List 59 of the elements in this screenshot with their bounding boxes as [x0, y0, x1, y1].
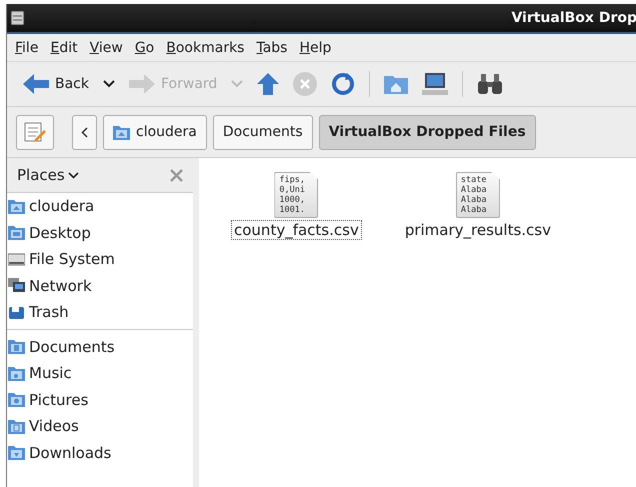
menu-item[interactable]: Edit: [44, 40, 84, 56]
network-icon: [8, 278, 25, 294]
close-icon[interactable]: [170, 168, 183, 182]
downloads-folder-icon: [8, 445, 25, 460]
sidebar-item[interactable]: Documents: [7, 334, 193, 360]
preview-text: Alaba: [460, 185, 488, 195]
sidebar-item[interactable]: Desktop: [7, 220, 193, 246]
sidebar-item[interactable]: Trash: [7, 299, 193, 326]
film-folder-icon: [8, 418, 25, 434]
preview-text: Alaba: [460, 195, 488, 205]
preview-text: state: [460, 175, 488, 185]
path-button[interactable]: VirtualBox Dropped Files: [318, 114, 536, 150]
chevron-down-icon: [68, 172, 79, 178]
chevron-left-icon: [81, 126, 88, 138]
path-scroll-left-button[interactable]: [72, 114, 97, 150]
notepad-pencil-icon: [23, 120, 47, 144]
up-arrow-icon: [257, 73, 280, 95]
window-menu-icon[interactable]: [11, 11, 24, 25]
sidebar-item[interactable]: Pictures: [7, 386, 193, 413]
preview-text: Alaba: [460, 205, 488, 215]
camera-folder-icon: [8, 392, 25, 408]
back-button[interactable]: Back: [19, 68, 119, 100]
sidebar-item[interactable]: Music: [7, 360, 193, 386]
sidebar-item[interactable]: cloudera: [7, 193, 193, 220]
path-button[interactable]: Documents: [212, 114, 313, 150]
file-name[interactable]: county_facts.csv: [231, 220, 362, 240]
path-button[interactable]: cloudera: [103, 114, 207, 150]
csv-file-icon[interactable]: fips, 0,Uni 1000, 1001.: [274, 172, 318, 218]
preview-text: 0,Uni: [279, 185, 306, 195]
preview-text: 1001.: [279, 205, 306, 215]
sidebar-item[interactable]: File System: [7, 246, 193, 272]
file-name[interactable]: primary_results.csv: [402, 220, 554, 240]
reload-icon: [331, 72, 356, 96]
menu-item[interactable]: Tabs: [250, 40, 294, 56]
preview-text: 1000,: [279, 195, 306, 205]
sidebar-item[interactable]: Videos: [7, 413, 193, 440]
sidebar-item[interactable]: Downloads: [7, 440, 193, 466]
music-folder-icon: [8, 366, 25, 381]
menu-item[interactable]: Go: [128, 40, 160, 56]
home-folder-icon: [8, 198, 25, 214]
sidebar-item[interactable]: Network: [7, 272, 193, 299]
home-folder-icon: [113, 124, 130, 140]
window-title: VirtualBox Drop: [511, 10, 636, 26]
menu-item[interactable]: Help: [293, 40, 338, 56]
documents-folder-icon: [8, 339, 25, 354]
home-folder-icon: [384, 74, 408, 94]
stop-icon: [293, 72, 318, 96]
edit-location-button[interactable]: [16, 114, 54, 150]
menu-item[interactable]: File: [9, 40, 44, 56]
binoculars-icon: [477, 73, 504, 95]
places-dropdown[interactable]: Places: [17, 166, 79, 184]
back-arrow-icon: [23, 74, 49, 94]
computer-icon: [422, 72, 448, 96]
menu-item[interactable]: Bookmarks: [160, 40, 250, 56]
menu-item[interactable]: View: [84, 40, 129, 56]
preview-text: fips,: [279, 175, 306, 185]
csv-file-icon[interactable]: state Alaba Alaba Alaba: [456, 172, 500, 218]
desktop-folder-icon: [8, 225, 25, 240]
forward-arrow-icon: [129, 74, 155, 94]
